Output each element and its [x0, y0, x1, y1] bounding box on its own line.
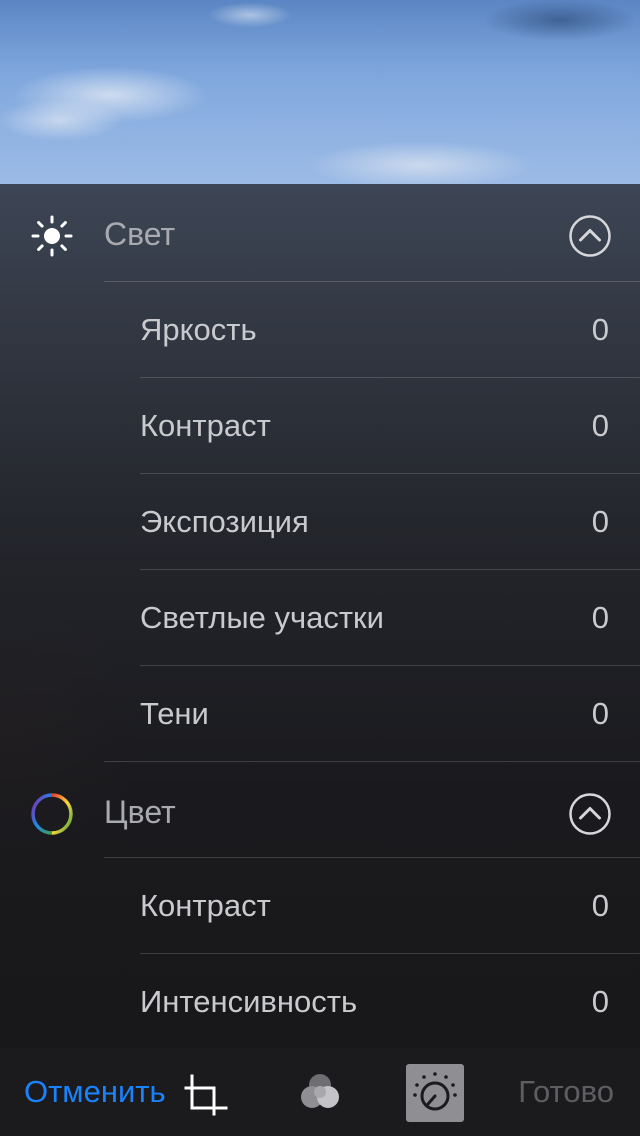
item-label: Контраст [140, 408, 271, 443]
done-button[interactable]: Готово [518, 1072, 614, 1112]
section-header-color[interactable]: Цвет [0, 762, 640, 858]
item-value: 0 [591, 600, 609, 635]
section-title-light: Свет [104, 216, 176, 252]
photo-edit-screen: Свет Яркость 0 Контраст 0 Экспозиция 0 С… [0, 0, 640, 1136]
slider-row-saturation[interactable]: Интенсивность 0 [0, 954, 640, 1050]
item-label: Контраст [140, 888, 271, 923]
crop-icon[interactable] [180, 1064, 238, 1122]
chevron-up-icon [579, 229, 601, 242]
section-header-light[interactable]: Свет [0, 184, 640, 282]
item-value: 0 [591, 312, 609, 347]
slider-row-highlights[interactable]: Светлые участки 0 [0, 570, 640, 666]
slider-row-exposure[interactable]: Экспозиция 0 [0, 474, 640, 570]
item-value: 0 [591, 504, 609, 539]
cancel-button[interactable]: Отменить [24, 1072, 166, 1112]
collapse-light-button[interactable] [568, 214, 612, 258]
sun-icon [31, 215, 73, 257]
item-label: Светлые участки [140, 600, 384, 635]
item-value: 0 [591, 696, 609, 731]
section-title-color: Цвет [104, 794, 176, 830]
item-value: 0 [591, 984, 609, 1019]
slider-row-shadows[interactable]: Тени 0 [0, 666, 640, 762]
item-value: 0 [591, 888, 609, 923]
item-label: Интенсивность [140, 984, 358, 1019]
item-label: Экспозиция [140, 504, 309, 539]
adjustments-panel: Свет Яркость 0 Контраст 0 Экспозиция 0 С… [0, 184, 640, 1048]
collapse-color-button[interactable] [568, 792, 612, 836]
item-label: Яркость [140, 312, 257, 347]
bottom-toolbar: Отменить Готово [0, 1048, 640, 1136]
item-value: 0 [591, 408, 609, 443]
item-label: Тени [140, 696, 209, 731]
adjust-dial-icon[interactable] [406, 1064, 464, 1122]
chevron-up-icon [579, 807, 601, 820]
slider-row-color-contrast[interactable]: Контраст 0 [0, 858, 640, 954]
filters-icon[interactable] [291, 1064, 349, 1122]
color-wheel-icon [31, 793, 73, 835]
slider-row-contrast[interactable]: Контраст 0 [0, 378, 640, 474]
slider-row-brightness[interactable]: Яркость 0 [0, 282, 640, 378]
